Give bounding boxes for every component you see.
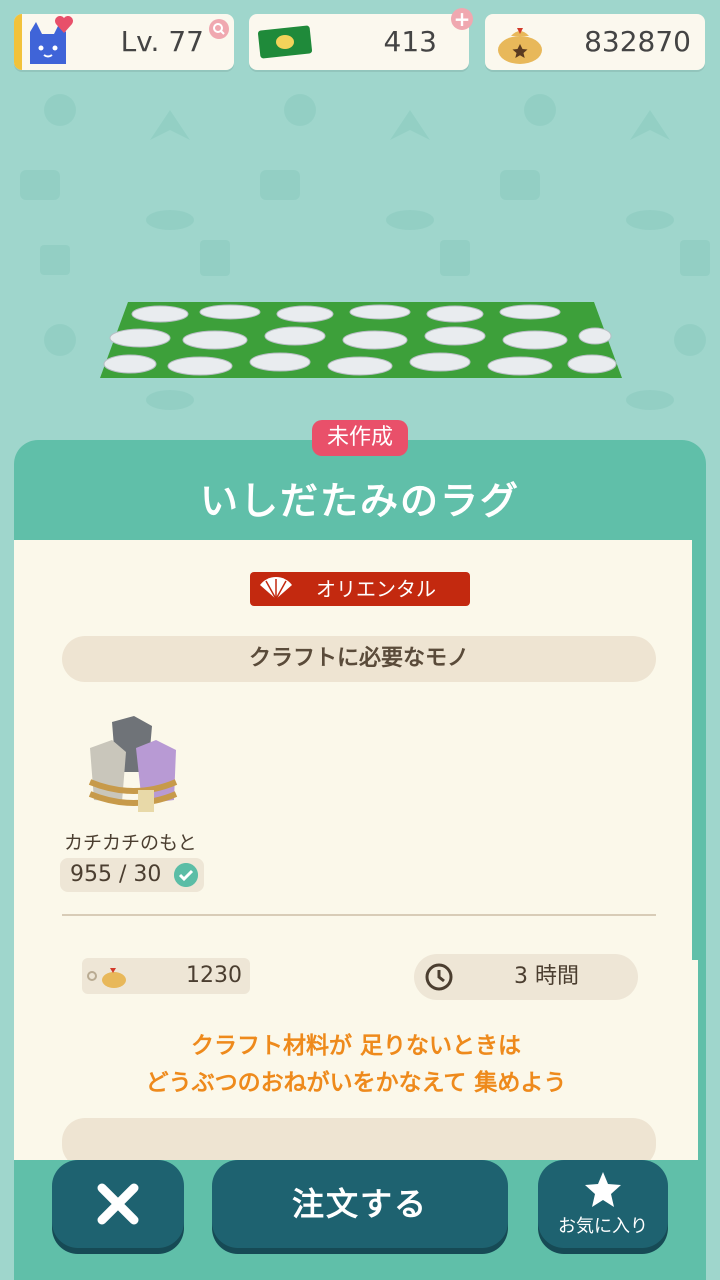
leaf-ticket-display[interactable]: 413 + xyxy=(249,8,473,70)
hint-line-1: クラフト材料が 足りないときは xyxy=(190,1033,521,1059)
divider xyxy=(62,914,656,916)
bell-cost-value: 1230 xyxy=(186,963,242,988)
material-count-value: 955 / 30 xyxy=(70,862,162,887)
item-name-title: いしだたみのラグ xyxy=(199,479,520,523)
level-display[interactable]: Lv. 77 xyxy=(14,14,234,70)
scrollbar[interactable] xyxy=(692,540,698,960)
bell-count: 832870 xyxy=(584,25,691,58)
craft-time-value: 3 時間 xyxy=(514,964,579,989)
favorite-button[interactable]: お気に入り xyxy=(538,1160,668,1248)
bell-cost: 1230 xyxy=(82,958,250,994)
bell-bag-icon xyxy=(498,28,542,64)
hint-text: クラフト材料が 足りないときは どうぶつのおねがいをかなえて 集めよう xyxy=(14,1028,698,1102)
close-icon xyxy=(97,1183,139,1225)
leaf-ticket-icon xyxy=(257,25,313,59)
order-button[interactable]: 注文する xyxy=(212,1160,508,1248)
ticket-count: 413 xyxy=(383,25,437,58)
next-section-partial xyxy=(62,1118,656,1160)
theme-label: オリエンタル xyxy=(316,577,436,601)
level-accent xyxy=(14,14,22,70)
material-count: 955 / 30 xyxy=(60,858,204,892)
favorite-label: お気に入り xyxy=(558,1216,648,1237)
material-name: カチカチのもと xyxy=(64,832,197,854)
status-badge: 未作成 xyxy=(312,420,408,456)
close-button[interactable] xyxy=(52,1160,184,1248)
theme-tag: オリエンタル xyxy=(250,572,470,606)
materials-section-title: クラフトに必要なモノ xyxy=(62,636,656,682)
hint-line-2: どうぶつのおねがいをかなえて 集めよう xyxy=(145,1070,567,1096)
craft-time: 3 時間 xyxy=(414,954,638,1000)
fan-icon xyxy=(260,577,292,600)
timer-icon xyxy=(425,963,453,991)
hard-stone-material-icon xyxy=(88,716,178,812)
bell-bag-small-icon xyxy=(87,968,126,988)
detail-content: オリエンタル クラフトに必要なモノ カチカチのもと 955 / 30 1230 xyxy=(14,540,698,1160)
check-icon xyxy=(174,863,198,887)
bells-display: 832870 xyxy=(485,14,705,70)
rug-preview-image xyxy=(100,302,622,378)
search-level-icon[interactable] xyxy=(208,18,230,40)
level-value: Lv. 77 xyxy=(120,25,204,58)
star-icon xyxy=(585,1172,621,1207)
add-tickets-button[interactable]: + xyxy=(451,8,473,30)
heart-icon xyxy=(55,16,73,33)
